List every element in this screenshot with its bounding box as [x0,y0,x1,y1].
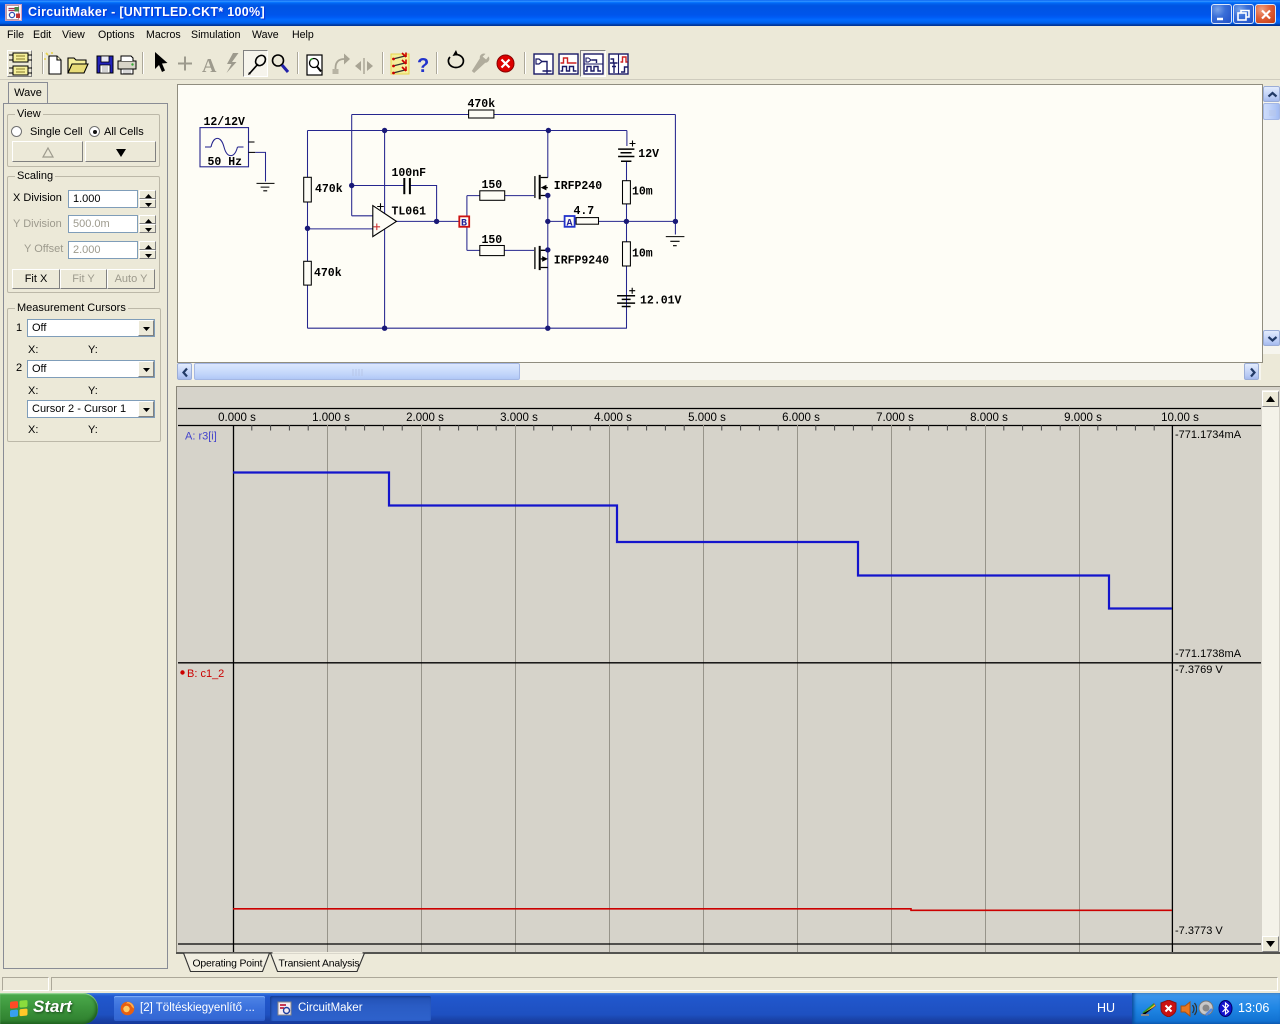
svg-text:10m: 10m [632,248,653,261]
svg-text:-771.1738mA: -771.1738mA [1175,648,1242,660]
svg-text:-7.3773 V: -7.3773 V [1175,925,1223,937]
svg-text:8.000 s: 8.000 s [970,412,1008,424]
svg-text:?: ? [417,55,429,77]
svg-text:50 Hz: 50 Hz [208,156,243,169]
svg-text:A: A [567,218,573,229]
svg-text:10.00 s: 10.00 s [1161,412,1199,424]
svg-text:7.000 s: 7.000 s [876,412,914,424]
svg-text:IRFP9240: IRFP9240 [554,255,609,268]
svg-text:1.000 s: 1.000 s [312,412,350,424]
svg-text:12/12V: 12/12V [204,116,246,129]
svg-text:9.000 s: 9.000 s [1064,412,1102,424]
svg-text:A: r3[i]: A: r3[i] [185,431,217,443]
svg-text:-7.3769 V: -7.3769 V [1175,664,1223,676]
svg-text:2.000 s: 2.000 s [406,412,444,424]
svg-text:12V: 12V [638,148,659,161]
svg-text:IRFP240: IRFP240 [554,180,602,193]
svg-text:TL061: TL061 [392,206,427,219]
svg-text:150: 150 [482,234,503,247]
svg-text:A: A [202,55,217,77]
svg-text:470k: 470k [468,98,496,111]
svg-text:Operating Point: Operating Point [193,959,263,970]
svg-text:6.000 s: 6.000 s [782,412,820,424]
svg-text:10m: 10m [632,186,653,199]
svg-text:4.000 s: 4.000 s [594,412,632,424]
svg-text:B: B [461,218,467,229]
svg-text:0.000 s: 0.000 s [218,412,256,424]
svg-text:100nF: 100nF [392,167,427,180]
svg-text:B: c1_2: B: c1_2 [187,668,224,680]
svg-text:3.000 s: 3.000 s [500,412,538,424]
svg-text:470k: 470k [314,267,342,280]
svg-text:470k: 470k [315,183,343,196]
svg-text:5.000 s: 5.000 s [688,412,726,424]
svg-text:12.01V: 12.01V [640,295,682,308]
svg-text:Transient Analysis: Transient Analysis [279,959,360,970]
svg-text:4.7: 4.7 [574,205,595,218]
svg-text:-771.1734mA: -771.1734mA [1175,429,1242,441]
svg-text:150: 150 [482,179,503,192]
